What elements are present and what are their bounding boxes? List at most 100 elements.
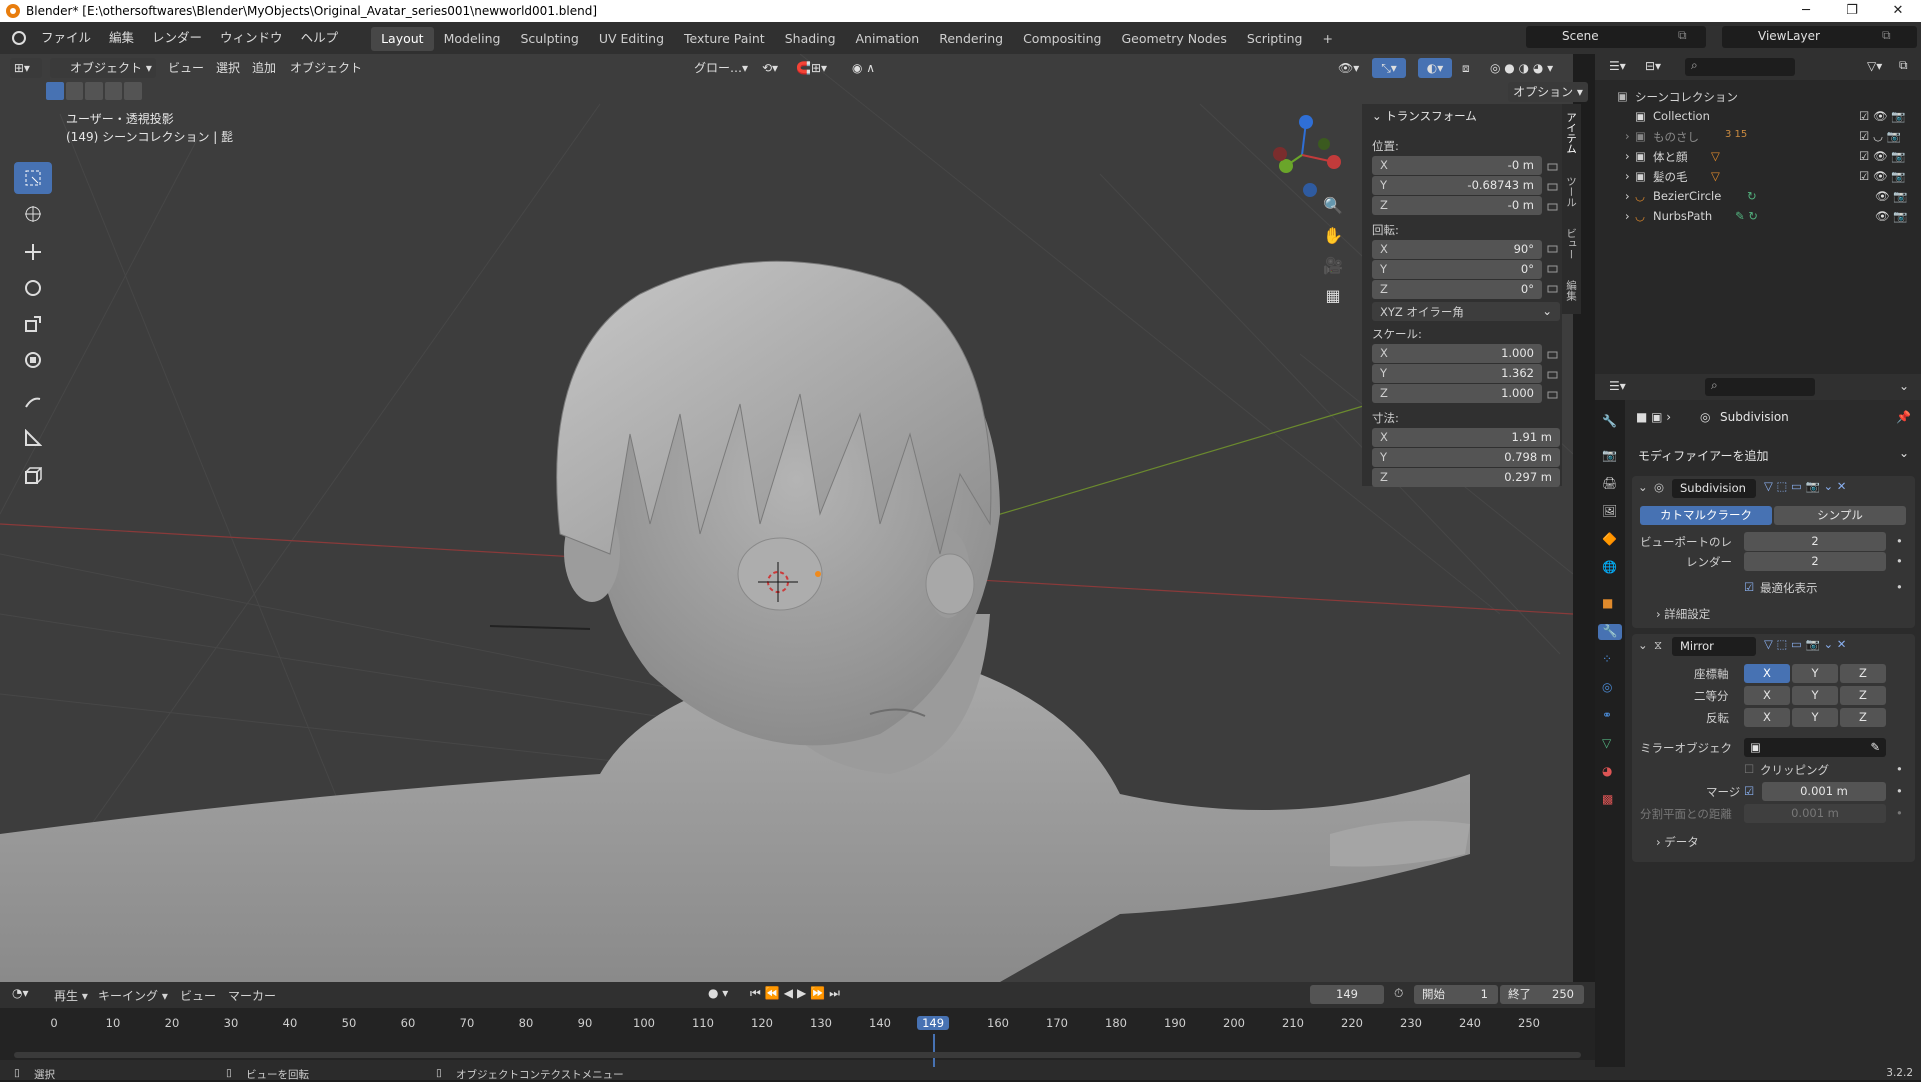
rotation-y-field[interactable]: Y 0° bbox=[1372, 260, 1542, 279]
menu-add[interactable]: 追加 bbox=[252, 58, 276, 78]
3d-viewport[interactable]: 🔍 ✋ 🎥 ▦ ユーザー・透視投影 (149) シーンコレクション | 髭 bbox=[0, 54, 1573, 982]
proportional-edit-icon[interactable]: ◉ ∧ bbox=[852, 58, 888, 78]
scene-selector[interactable]: Scene ⧉ bbox=[1526, 26, 1706, 48]
scene-new-icon[interactable]: ⧉ bbox=[1678, 28, 1687, 43]
workspace-tab-shading[interactable]: Shading bbox=[775, 27, 846, 51]
menu-select[interactable]: 選択 bbox=[216, 58, 240, 78]
navigation-gizmo[interactable] bbox=[1262, 110, 1352, 200]
expand-icon[interactable]: › bbox=[1625, 169, 1630, 183]
workspace-tab-texture-paint[interactable]: Texture Paint bbox=[674, 27, 775, 51]
expand-icon[interactable]: › bbox=[1625, 209, 1630, 223]
zoom-icon[interactable]: 🔍 bbox=[1318, 196, 1348, 226]
eyedropper-icon[interactable]: ✎ bbox=[1870, 738, 1880, 757]
select-new-icon[interactable] bbox=[46, 82, 64, 100]
view-layer-tab-icon[interactable]: 🖼 bbox=[1602, 504, 1618, 520]
dimensions-y-field[interactable]: Y 0.798 m bbox=[1372, 448, 1560, 467]
location-y-field[interactable]: Y -0.68743 m bbox=[1372, 176, 1542, 195]
axis-x-toggle[interactable]: X bbox=[1744, 664, 1790, 683]
scale-tool-icon[interactable] bbox=[14, 308, 52, 340]
outliner-search-input[interactable]: ⌕ bbox=[1685, 58, 1795, 76]
new-collection-icon[interactable]: ⧉ bbox=[1899, 58, 1908, 73]
cursor-tool-icon[interactable] bbox=[14, 198, 52, 230]
checkbox-icon[interactable]: ☑ 👁 📷 bbox=[1859, 149, 1906, 163]
shading-modes[interactable]: ◎ ● ◑ ◕ ▾ bbox=[1490, 58, 1582, 78]
lock-icons[interactable] bbox=[1546, 158, 1560, 298]
data-section[interactable]: › データ bbox=[1656, 834, 1699, 850]
world-tab-icon[interactable]: 🌐 bbox=[1602, 560, 1618, 576]
snap-icon[interactable]: 🧲⊞▾ bbox=[796, 58, 842, 78]
merge-distance-field[interactable]: 0.001 m bbox=[1762, 782, 1886, 801]
chevron-down-icon[interactable]: ⌄ bbox=[1899, 379, 1909, 393]
transform-header[interactable]: ⌄ トランスフォーム bbox=[1372, 108, 1477, 124]
particles-tab-icon[interactable]: ⁘ bbox=[1602, 652, 1618, 668]
mirror-object-field[interactable]: ▣ ✎ bbox=[1744, 738, 1886, 757]
workspace-tab-sculpting[interactable]: Sculpting bbox=[510, 27, 588, 51]
blender-menu-icon[interactable] bbox=[12, 31, 26, 45]
filter-icon[interactable]: ▽▾ bbox=[1867, 59, 1882, 73]
simple-button[interactable]: シンプル bbox=[1774, 506, 1906, 525]
keyframe-dot-icon[interactable]: • bbox=[1896, 554, 1903, 568]
tab-edit[interactable]: 編集 bbox=[1564, 280, 1579, 301]
texture-tab-icon[interactable]: ▩ bbox=[1602, 792, 1618, 808]
outliner-item-nurbspath[interactable]: › ◡ NurbsPath ✎ ↻ 👁 📷 bbox=[1595, 206, 1921, 226]
timeline-area[interactable]: 0 10 20 30 40 50 60 70 80 90 100 110 120 130 140 149 160… bbox=[0, 1008, 1595, 1078]
optimal-display-checkbox[interactable]: ☑ bbox=[1744, 580, 1754, 594]
workspace-tab-scripting[interactable]: Scripting bbox=[1237, 27, 1313, 51]
expand-icon[interactable]: › bbox=[1625, 129, 1630, 143]
scene-tab-icon[interactable]: 🔶 bbox=[1602, 532, 1618, 548]
render-levels-field[interactable]: 2 bbox=[1744, 552, 1886, 571]
visibility-icon[interactable]: 👁 📷 bbox=[1875, 209, 1908, 223]
add-cube-tool-icon[interactable] bbox=[14, 460, 52, 492]
gizmo-toggle-icon[interactable]: ⤡▾ bbox=[1372, 58, 1406, 78]
material-tab-icon[interactable]: ◕ bbox=[1602, 764, 1618, 780]
add-modifier-dropdown[interactable]: モディファイアーを追加 ⌄ bbox=[1632, 445, 1915, 465]
scale-lock-icons[interactable] bbox=[1546, 346, 1560, 406]
axis-y-toggle[interactable]: Y bbox=[1792, 664, 1838, 683]
outliner-editor-icon[interactable]: ☰▾ bbox=[1609, 59, 1626, 73]
merge-checkbox[interactable]: ☑ bbox=[1744, 784, 1754, 798]
keyframe-dot-icon[interactable]: • bbox=[1896, 580, 1903, 594]
modifier-display-toggles[interactable]: ▽ ⬚ ▭ 📷 ⌄ ✕ bbox=[1764, 637, 1846, 651]
scale-z-field[interactable]: Z 1.000 bbox=[1372, 384, 1542, 403]
workspace-tab-layout[interactable]: Layout bbox=[371, 27, 434, 51]
scale-x-field[interactable]: X 1.000 bbox=[1372, 344, 1542, 363]
pin-icon[interactable]: 📌 bbox=[1896, 410, 1911, 424]
pivot-point-icon[interactable]: ⟲▾ bbox=[762, 58, 792, 78]
add-workspace-button[interactable]: + bbox=[1312, 27, 1342, 51]
axis-z-toggle[interactable]: Z bbox=[1840, 664, 1886, 683]
mode-selector[interactable]: オブジェクト ▾ bbox=[50, 58, 156, 78]
rotation-mode-dropdown[interactable]: XYZ オイラー角 ⌄ bbox=[1372, 302, 1560, 321]
outliner-item-collection[interactable]: ▣ Collection ☑ 👁 📷 bbox=[1595, 106, 1921, 126]
bisect-distance-field[interactable]: 0.001 m bbox=[1744, 804, 1886, 823]
physics-tab-icon[interactable]: ◎ bbox=[1602, 680, 1618, 696]
keyframe-dot-icon[interactable]: • bbox=[1896, 762, 1903, 776]
display-mode-icon[interactable]: ⊟▾ bbox=[1645, 59, 1661, 73]
menu-edit[interactable]: 編集 bbox=[100, 22, 143, 54]
select-extend-icon[interactable] bbox=[65, 82, 84, 100]
select-box-tool-icon[interactable] bbox=[14, 162, 52, 194]
tab-tool[interactable]: ツール bbox=[1564, 176, 1579, 208]
annotate-tool-icon[interactable] bbox=[14, 386, 52, 418]
flip-z-toggle[interactable]: Z bbox=[1840, 708, 1886, 727]
workspace-tab-rendering[interactable]: Rendering bbox=[929, 27, 1013, 51]
menu-file[interactable]: ファイル bbox=[32, 22, 100, 54]
properties-search-input[interactable]: ⌕ bbox=[1705, 378, 1815, 396]
outliner-item-hair[interactable]: › ▣ 髪の毛 ▽ ☑ 👁 📷 bbox=[1595, 166, 1921, 186]
measure-tool-icon[interactable] bbox=[14, 422, 52, 454]
options-dropdown[interactable]: オプション ▾ bbox=[1508, 82, 1588, 102]
move-tool-icon[interactable] bbox=[14, 236, 52, 268]
scale-y-field[interactable]: Y 1.362 bbox=[1372, 364, 1542, 383]
visibility-icon[interactable]: 👁 📷 bbox=[1875, 189, 1908, 203]
checkbox-icon[interactable]: ☑ 👁 📷 bbox=[1859, 109, 1906, 123]
outliner-item-monosashi[interactable]: › ▣ ものさし 3 15 ☑ ◡ 📷 bbox=[1595, 126, 1921, 146]
tool-tab-icon[interactable]: 🔧 bbox=[1602, 414, 1618, 430]
menu-object[interactable]: オブジェクト bbox=[290, 58, 362, 78]
keyframe-dot-icon[interactable]: • bbox=[1896, 806, 1903, 820]
modifier-display-toggles[interactable]: ▽ ⬚ ▭ 📷 ⌄ ✕ bbox=[1764, 479, 1846, 493]
pan-hand-icon[interactable]: ✋ bbox=[1318, 226, 1348, 256]
menu-window[interactable]: ウィンドウ bbox=[211, 22, 292, 54]
menu-view[interactable]: ビュー bbox=[168, 58, 204, 78]
tab-item[interactable]: アイテム bbox=[1564, 112, 1579, 154]
data-tab-icon[interactable]: ▽ bbox=[1602, 736, 1618, 752]
collapse-icon[interactable]: ⌄ bbox=[1638, 638, 1648, 652]
